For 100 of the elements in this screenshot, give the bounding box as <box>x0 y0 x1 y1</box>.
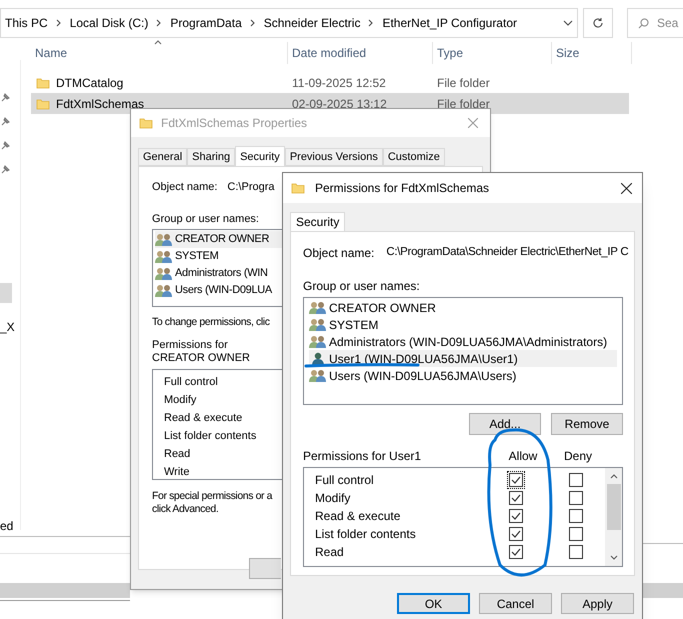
nav-item[interactable]: ed <box>0 517 14 535</box>
window-title: FdtXmlSchemas Properties <box>161 115 308 132</box>
object-name-value: C:\ProgramData\Schneider Electric\EtherNet_IP C <box>386 245 628 260</box>
column-header[interactable]: Name <box>31 42 288 64</box>
object-name-label: Object name: <box>152 180 218 195</box>
users-icon <box>155 284 173 298</box>
group-label: Group or user names: <box>152 212 259 226</box>
chevron-right-icon <box>368 19 374 27</box>
permission-name: Write <box>164 464 190 480</box>
permission-name: List folder contents <box>314 526 417 543</box>
folder-icon <box>139 116 153 130</box>
permission-name: Read & execute <box>314 508 402 525</box>
checkbox[interactable] <box>569 509 583 523</box>
folder-icon <box>36 96 50 110</box>
column-header[interactable]: Date modified <box>288 42 433 64</box>
checkbox[interactable] <box>569 527 583 541</box>
checkbox[interactable] <box>509 473 523 487</box>
window-title: Permissions for FdtXmlSchemas <box>315 180 490 197</box>
group-item[interactable]: Administrators (WIN <box>155 265 283 282</box>
checkbox[interactable] <box>509 491 523 505</box>
group-item[interactable]: Users (WIN-D09LUA <box>155 282 283 299</box>
object-name-value: C:\Progra <box>227 180 274 195</box>
nav-highlight <box>0 283 12 303</box>
chevron-right-icon <box>156 19 162 27</box>
file-name: DTMCatalog <box>56 74 124 92</box>
list-button[interactable]: Add... <box>469 413 541 435</box>
checkbox[interactable] <box>569 473 583 487</box>
horizontal-scrollbar[interactable] <box>0 583 130 598</box>
hint-text: click Advanced. <box>152 502 218 516</box>
dialog-button[interactable]: Cancel <box>479 593 552 614</box>
users-icon <box>155 266 173 280</box>
permission-name: Full control <box>164 374 218 390</box>
checkbox[interactable] <box>509 527 523 541</box>
file-row[interactable]: DTMCatalog 11-09-2025 12:52 File folder <box>31 72 629 93</box>
checkbox[interactable] <box>509 509 523 523</box>
breadcrumb-item[interactable]: EtherNet_IP Configurator <box>382 14 517 32</box>
pin-icon <box>1 141 10 150</box>
type-cell-text: File folder <box>436 74 491 92</box>
hint-text: For special permissions or a <box>152 490 272 503</box>
checkbox[interactable] <box>569 545 583 559</box>
users-icon <box>309 334 327 348</box>
group-item[interactable]: SYSTEM <box>155 248 283 265</box>
file-name: FdtXmlSchemas <box>56 96 144 112</box>
date-cell-text: 02-09-2025 13:12 <box>291 96 388 112</box>
search-field[interactable]: Sea <box>627 8 683 38</box>
pin-icon <box>1 93 10 102</box>
list-button[interactable]: Remove <box>551 413 623 435</box>
users-icon <box>155 232 173 246</box>
tab[interactable]: Sharing <box>187 148 236 166</box>
group-item[interactable]: CREATOR OWNER <box>309 299 617 316</box>
allow-header: Allow <box>508 448 538 465</box>
checkbox[interactable] <box>509 545 523 559</box>
scroll-thumb[interactable] <box>606 484 620 530</box>
close-icon[interactable] <box>621 182 632 194</box>
folder-icon <box>36 76 50 90</box>
checkbox[interactable] <box>569 491 583 505</box>
users-icon <box>155 250 173 264</box>
breadcrumb-item[interactable]: Schneider Electric <box>264 14 360 32</box>
dialog-button[interactable]: OK <box>397 593 470 614</box>
breadcrumb-item[interactable]: This PC <box>5 14 48 32</box>
group-item[interactable]: User1 (WIN-D09LUA56JMA\User1) <box>309 350 617 367</box>
breadcrumb-item[interactable]: ProgramData <box>170 14 242 32</box>
group-item[interactable]: SYSTEM <box>309 316 617 333</box>
breadcrumb-item[interactable]: Local Disk (C:) <box>70 14 148 32</box>
pin-icon <box>1 117 10 126</box>
users-icon <box>309 318 327 332</box>
scroll-down-icon[interactable] <box>610 555 618 560</box>
group-label: Group or user names: <box>303 278 421 295</box>
dialog-button[interactable]: Apply <box>561 593 634 614</box>
scrollbar[interactable] <box>605 468 622 566</box>
tab[interactable]: Previous Versions <box>284 148 383 166</box>
search-icon <box>638 18 649 28</box>
tab[interactable]: Security <box>290 212 346 231</box>
chevron-right-icon <box>56 19 62 27</box>
column-header[interactable]: Type <box>433 42 552 64</box>
tab[interactable]: Security <box>235 146 285 166</box>
refresh-icon <box>592 17 604 29</box>
group-item[interactable]: CREATOR OWNER <box>155 231 283 248</box>
nav-item[interactable]: _X <box>0 318 15 336</box>
refresh-button[interactable] <box>583 8 613 38</box>
permission-name: Read <box>164 446 190 462</box>
deny-header: Deny <box>562 448 593 465</box>
permission-name: Read <box>314 544 345 561</box>
sort-caret-icon <box>154 40 162 45</box>
horizontal-scrollbar[interactable] <box>643 583 683 598</box>
tab[interactable]: Customize <box>382 148 445 166</box>
group-item[interactable]: Administrators (WIN-D09LUA56JMA\Administrators) <box>309 333 617 350</box>
permission-name: Modify <box>164 392 196 408</box>
group-item[interactable]: Users (WIN-D09LUA56JMA\Users) <box>309 367 617 384</box>
permission-name: List folder contents <box>164 428 256 444</box>
permission-name: Read & execute <box>164 410 242 426</box>
permission-name: Full control <box>314 472 375 489</box>
tab[interactable]: General <box>138 148 188 166</box>
column-header[interactable]: Size <box>552 42 632 64</box>
scroll-up-icon[interactable] <box>610 474 618 479</box>
users-icon <box>309 368 327 382</box>
permissions-label: Permissions for CREATOR OWNER <box>152 338 251 365</box>
address-bar[interactable]: This PC Local Disk (C:) ProgramData Schneider Electric EtherNet_IP Configurator <box>0 8 578 38</box>
chevron-down-icon[interactable] <box>563 20 573 26</box>
permission-name: Modify <box>314 490 352 507</box>
